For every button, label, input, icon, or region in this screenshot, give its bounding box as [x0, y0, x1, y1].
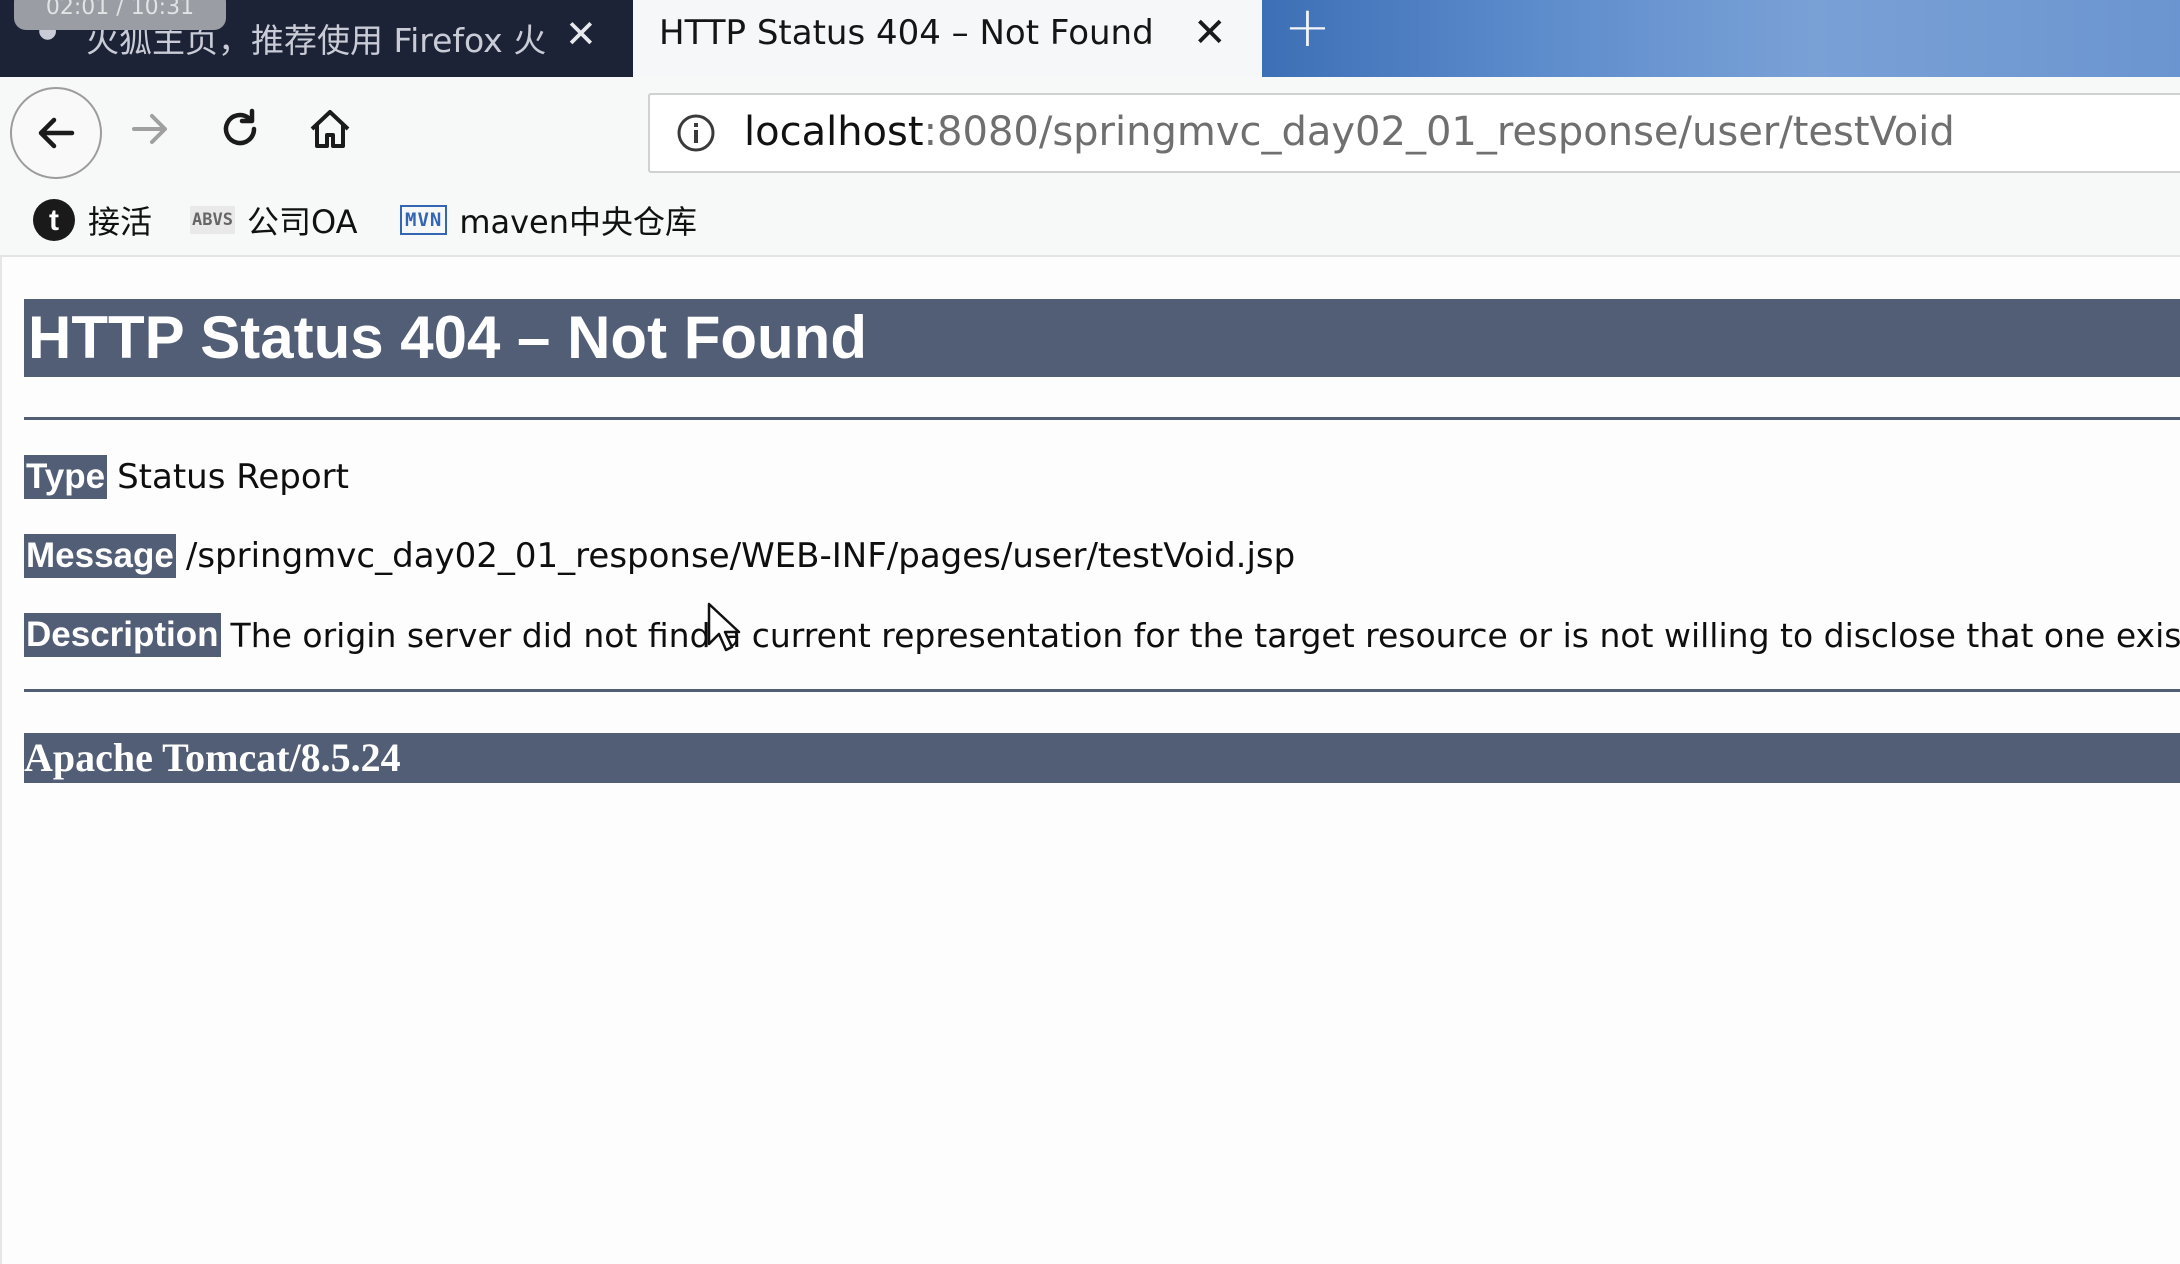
url-host: localhost [744, 109, 924, 155]
reload-button[interactable] [210, 99, 270, 159]
new-tab-button[interactable]: + [1284, 0, 1331, 58]
info-icon[interactable] [676, 113, 716, 153]
divider [24, 689, 2180, 692]
divider [24, 417, 2180, 420]
server-footer: Apache Tomcat/8.5.24 [24, 733, 2180, 783]
address-bar[interactable]: localhost:8080/springmvc_day02_01_respon… [648, 93, 2180, 173]
description-label: Description [24, 613, 221, 657]
tab-title: HTTP Status 404 – Not Found [659, 13, 1154, 53]
description-value: The origin server did not find a current… [230, 615, 2180, 655]
arrow-right-icon [132, 114, 167, 144]
abvs-icon: ABVS [190, 206, 235, 234]
mouse-cursor-icon [707, 602, 741, 652]
reload-icon [223, 108, 257, 146]
back-button[interactable] [10, 87, 102, 179]
forward-button[interactable] [120, 99, 180, 159]
home-icon [310, 110, 350, 148]
message-row: Message /springmvc_day02_01_response/WEB… [24, 534, 1295, 578]
page-title: HTTP Status 404 – Not Found [24, 299, 2180, 377]
bookmark-label: 接活 [88, 203, 153, 241]
arrow-left-icon [38, 117, 75, 149]
svg-text:t: t [49, 204, 59, 237]
new-tab-area: + [1262, 0, 2180, 77]
close-tab-icon[interactable]: ✕ [1193, 12, 1227, 54]
home-button[interactable] [300, 99, 360, 159]
bookmark-company-oa[interactable]: ABVS 公司OA [190, 197, 357, 243]
bookmarks-toolbar: t 接活 ABVS 公司OA MVN maven中央仓库 [0, 181, 2180, 257]
type-label: Type [24, 455, 108, 499]
mvn-icon: MVN [400, 205, 448, 235]
url-text[interactable]: localhost:8080/springmvc_day02_01_respon… [744, 109, 1955, 155]
bookmark-label: 公司OA [246, 203, 358, 241]
bookmark-label: maven中央仓库 [459, 203, 698, 241]
type-row: Type Status Report [24, 455, 349, 499]
type-value: Status Report [117, 457, 349, 497]
close-tab-icon[interactable]: ✕ [565, 14, 597, 54]
bookmark-maven[interactable]: MVN maven中央仓库 [400, 197, 697, 243]
page-content: HTTP Status 404 – Not Found Type Status … [0, 257, 2180, 1264]
message-label: Message [24, 534, 176, 578]
url-path: :8080/springmvc_day02_01_response/user/t… [923, 109, 1955, 155]
bookmark-jiehuo[interactable]: t 接活 [32, 197, 152, 243]
tab-404[interactable]: HTTP Status 404 – Not Found ✕ [633, 0, 1262, 77]
tab-bar: ● 火狐主页，推荐使用 Firefox 火狐 ✕ 02:01 / 10:31 H… [0, 0, 2180, 77]
description-row: Description The origin server did not fi… [24, 613, 2180, 657]
t-icon: t [33, 199, 75, 241]
video-time-badge: 02:01 / 10:31 [14, 0, 226, 30]
message-value: /springmvc_day02_01_response/WEB-INF/pag… [185, 536, 1296, 576]
nav-toolbar: localhost:8080/springmvc_day02_01_respon… [0, 77, 2180, 181]
